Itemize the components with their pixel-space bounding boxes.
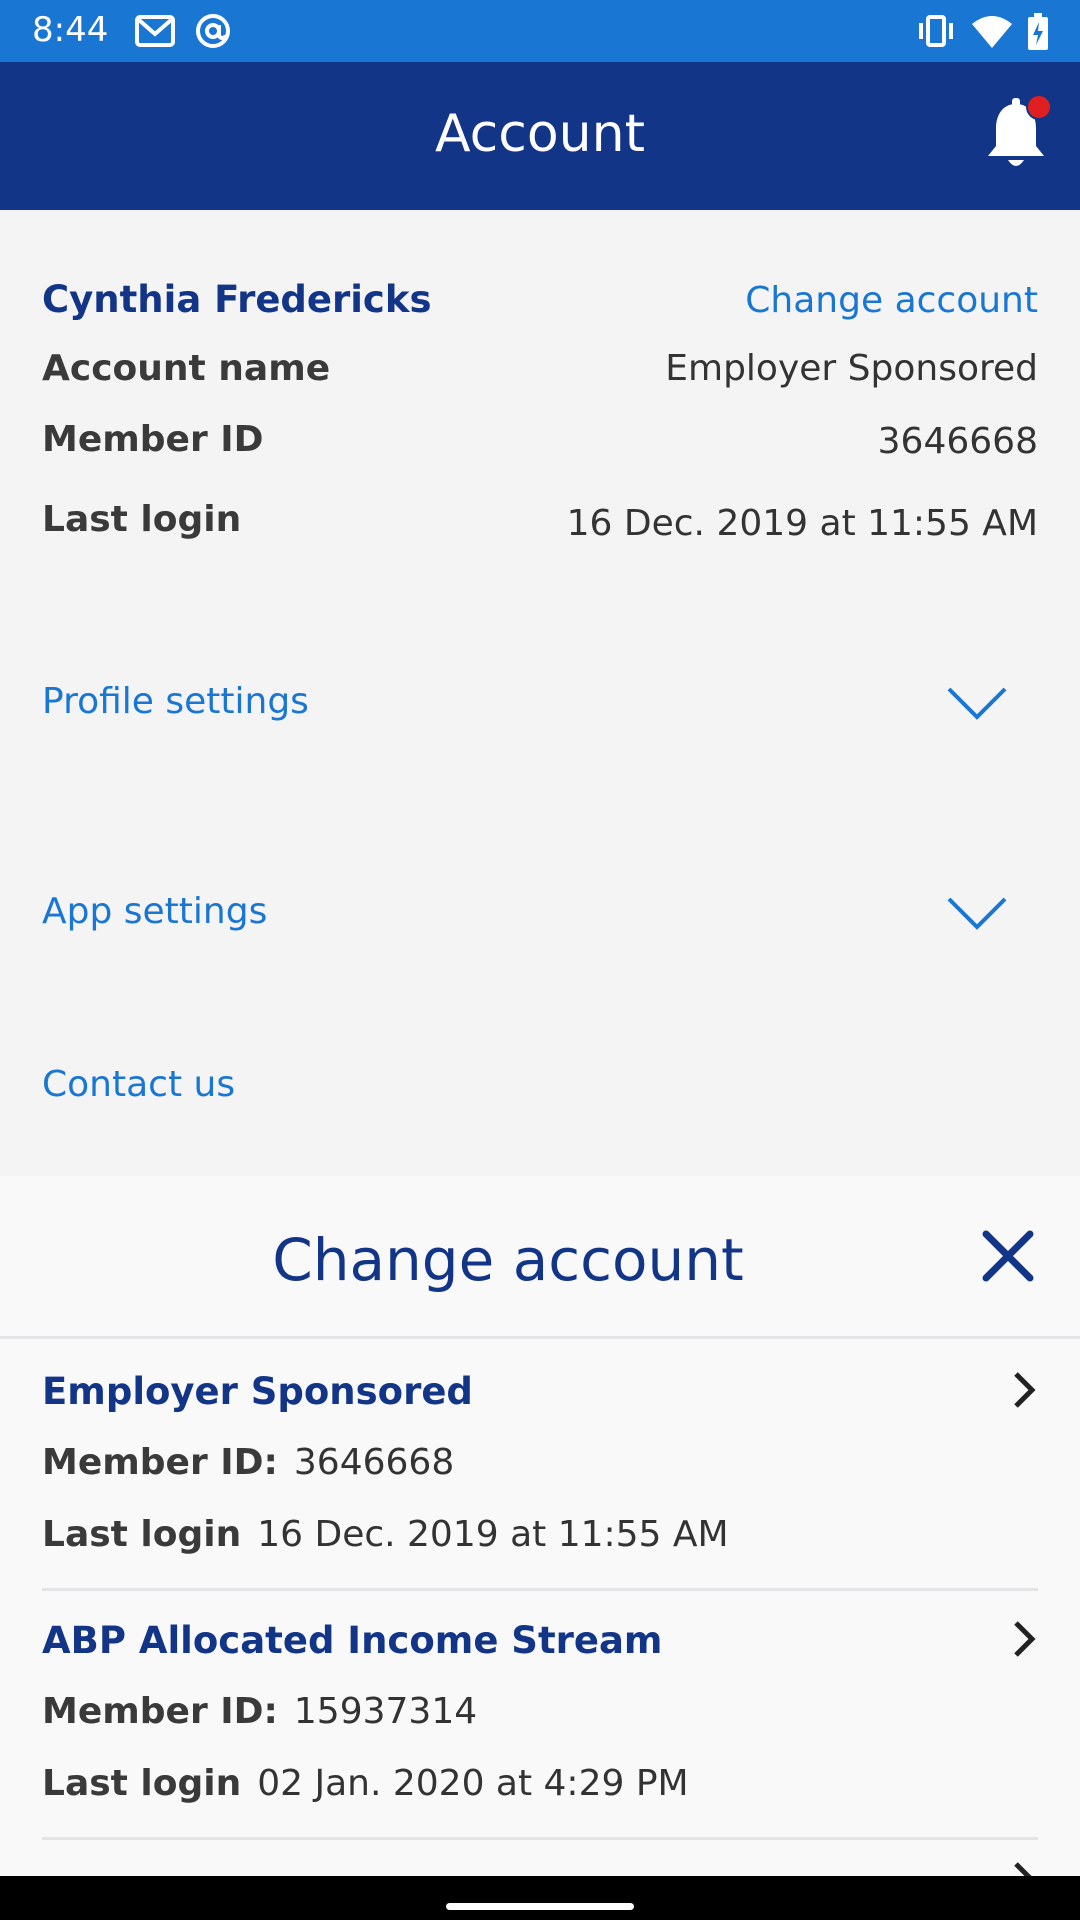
contact-us-link[interactable]: Contact us <box>42 1064 235 1105</box>
member-id-value: 3646668 <box>293 1442 455 1483</box>
sheet-title: Change account <box>272 1226 744 1294</box>
wifi-icon <box>970 12 1014 54</box>
account-item-member-id: Member ID: 3646668 <box>42 1442 454 1483</box>
chevron-down-icon[interactable] <box>946 894 1008 934</box>
close-icon[interactable] <box>980 1228 1036 1284</box>
account-item-last-login: Last login 02 Jan. 2020 at 4:29 PM <box>42 1763 689 1804</box>
account-item-member-id: Member ID: 15937314 <box>42 1691 477 1732</box>
last-login-value: 02 Jan. 2020 at 4:29 PM <box>257 1763 689 1804</box>
vibrate-icon <box>916 12 956 54</box>
gmail-icon <box>134 12 176 54</box>
last-login-label: Last login <box>42 499 242 540</box>
member-id-label: Member ID: <box>42 1691 278 1732</box>
status-bar: 8:44 <box>0 0 1080 62</box>
page-title: Account <box>435 104 645 164</box>
member-id-label: Member ID: <box>42 1442 278 1483</box>
chevron-down-icon[interactable] <box>946 684 1008 724</box>
last-login-value: 16 Dec. 2019 at 11:55 AM <box>257 1514 729 1555</box>
account-item-title: ABP Allocated Income Stream <box>42 1619 663 1662</box>
status-time: 8:44 <box>32 10 109 50</box>
chevron-right-icon <box>1010 1619 1038 1659</box>
last-login-label: Last login <box>42 1763 242 1804</box>
account-item-title: Employer Sponsored <box>42 1370 473 1413</box>
chevron-right-icon <box>1010 1370 1038 1410</box>
member-id-value: 15937314 <box>293 1691 478 1732</box>
app-header: Account <box>0 62 1080 210</box>
profile-settings-link[interactable]: Profile settings <box>42 681 309 722</box>
bell-icon[interactable] <box>984 94 1052 174</box>
account-name-value: Employer Sponsored <box>665 348 1038 389</box>
member-id-value: 3646668 <box>877 421 1038 462</box>
account-name-label: Account name <box>42 348 331 389</box>
home-indicator[interactable] <box>446 1903 634 1910</box>
battery-charging-icon <box>1026 12 1050 56</box>
app-settings-link[interactable]: App settings <box>42 891 267 932</box>
change-account-sheet: Change account Employer Sponsored Member… <box>0 1176 1080 1876</box>
notification-dot <box>1026 94 1052 120</box>
chevron-right-icon <box>1010 1860 1038 1876</box>
sheet-header: Change account <box>0 1176 1080 1339</box>
account-item-last-login: Last login 16 Dec. 2019 at 11:55 AM <box>42 1514 729 1555</box>
change-account-link[interactable]: Change account <box>745 280 1038 321</box>
last-login-label: Last login <box>42 1514 242 1555</box>
last-login-value: 16 Dec. 2019 at 11:55 AM <box>566 503 1038 544</box>
member-id-label: Member ID <box>42 419 264 460</box>
account-holder-name: Cynthia Fredericks <box>42 278 432 321</box>
account-list-item[interactable]: ABP Allocated Income Stream Member ID: 15… <box>42 1591 1038 1840</box>
account-list-item[interactable]: Employer Sponsored Member ID: 3646668 Las… <box>42 1342 1038 1591</box>
at-sign-icon <box>194 12 232 54</box>
system-nav-bar <box>0 1876 1080 1920</box>
